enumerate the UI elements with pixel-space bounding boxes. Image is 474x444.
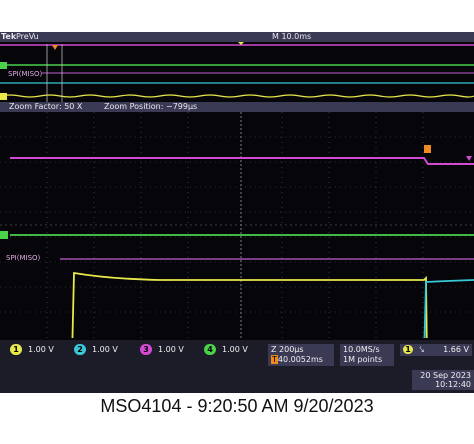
- ch3-scale: 1.00 V: [158, 345, 184, 354]
- zoom-plot: [0, 112, 474, 338]
- zoom-position-label: Zoom Position: −799µs: [104, 102, 198, 111]
- trigger-icon: T: [271, 355, 278, 364]
- image-caption: MSO4104 - 9:20:50 AM 9/20/2023: [100, 396, 374, 416]
- date: 20 Sep 2023: [420, 371, 471, 380]
- zoom-factor-label: Zoom Factor: 50 X: [9, 102, 83, 111]
- datetime-readout: 20 Sep 2023 10:12:40: [412, 370, 474, 390]
- ch2-number: 2: [74, 344, 86, 355]
- brand-label: Tek: [1, 32, 17, 41]
- time: 10:12:40: [435, 380, 471, 389]
- zoom-scale: Z 200µs: [271, 345, 304, 354]
- ch3-number: 3: [140, 344, 152, 355]
- trigger-position: 40.0052ms: [277, 355, 323, 364]
- sample-rate: 10.0MS/s: [343, 345, 380, 354]
- acquisition-readout[interactable]: 10.0MS/s 1M points: [340, 344, 394, 366]
- mode-label: PreVu: [16, 32, 39, 41]
- ch4-number: 4: [204, 344, 216, 355]
- timebase-label: M 10.0ms: [272, 32, 312, 41]
- overview-bus-label: SPI(MISO): [8, 70, 43, 78]
- ch4-scale: 1.00 V: [222, 345, 248, 354]
- ch4-marker[interactable]: [0, 62, 7, 69]
- ch1-marker[interactable]: [0, 93, 7, 100]
- overview-plot: [0, 42, 474, 102]
- falling-edge-icon: ⤥: [419, 345, 425, 354]
- ch4-readout[interactable]: 4 1.00 V: [204, 344, 248, 355]
- horizontal-readout[interactable]: Z 200µs T40.0052ms: [268, 344, 334, 366]
- record-length: 1M points: [343, 355, 383, 364]
- oscilloscope-screen: Tek PreVu M 10.0ms SPI(MISO) Zoom Factor…: [0, 32, 474, 393]
- zoom-header: Zoom Factor: 50 X Zoom Position: −799µs: [0, 102, 474, 112]
- zoom-ch4-marker[interactable]: [0, 231, 8, 239]
- trigger-readout[interactable]: 1 ⤥ 1.66 V: [400, 344, 472, 356]
- zoom-bus-label: SPI(MISO): [6, 254, 41, 262]
- overview-header: Tek PreVu M 10.0ms: [0, 32, 474, 42]
- ch2-scale: 1.00 V: [92, 345, 118, 354]
- trigger-level: 1.66 V: [443, 345, 469, 354]
- ch2-readout[interactable]: 2 1.00 V: [74, 344, 118, 355]
- ch3-readout[interactable]: 3 1.00 V: [140, 344, 184, 355]
- ch1-number: 1: [10, 344, 22, 355]
- zoom-trigger-marker[interactable]: [424, 145, 431, 153]
- ch1-readout[interactable]: 1 1.00 V: [10, 344, 54, 355]
- trigger-source: 1: [403, 345, 413, 354]
- ch1-scale: 1.00 V: [28, 345, 54, 354]
- readout-bar: 1 1.00 V 2 1.00 V 3 1.00 V 4 1.00 V Z 200µs …: [0, 340, 474, 393]
